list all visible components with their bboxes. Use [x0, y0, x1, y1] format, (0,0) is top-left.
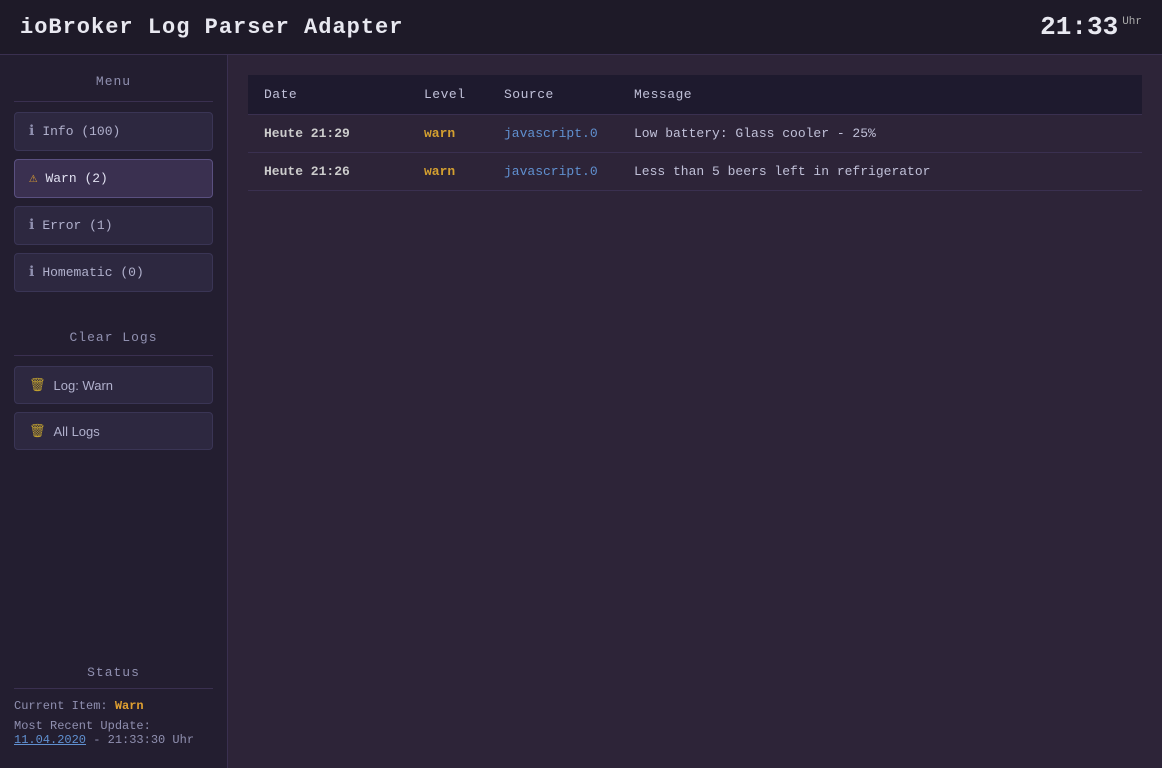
- clear-logs-title: Clear Logs: [14, 330, 213, 345]
- clear-all-logs-button[interactable]: 🗑 All Logs: [14, 412, 213, 450]
- clear-logs-section: Clear Logs 🗑 Log: Warn 🗑 All Logs: [14, 330, 213, 458]
- app-title: ioBroker Log Parser Adapter: [20, 15, 403, 40]
- info-icon: ℹ: [29, 123, 34, 140]
- cell-date: Heute 21:29: [248, 115, 408, 153]
- sidebar-item-homematic[interactable]: ℹ Homematic (0): [14, 253, 213, 292]
- current-item-row: Current Item: Warn: [14, 699, 213, 713]
- sidebar-item-warn-label: Warn (2): [45, 171, 107, 186]
- clear-log-warn-button[interactable]: 🗑 Log: Warn: [14, 366, 213, 404]
- sidebar-item-homematic-label: Homematic (0): [42, 265, 143, 280]
- most-recent-label: Most Recent Update:: [14, 719, 151, 733]
- menu-section: Menu ℹ Info (100) ⚠ Warn (2) ℹ Error (1)…: [14, 70, 213, 300]
- cell-level: warn: [408, 115, 488, 153]
- most-recent-row: Most Recent Update: 11.04.2020 - 21:33:3…: [14, 719, 213, 747]
- status-title: Status: [14, 665, 213, 680]
- status-section: Status Current Item: Warn Most Recent Up…: [14, 650, 213, 753]
- main-layout: Menu ℹ Info (100) ⚠ Warn (2) ℹ Error (1)…: [0, 55, 1162, 768]
- sidebar-item-info-label: Info (100): [42, 124, 120, 139]
- error-icon: ℹ: [29, 217, 34, 234]
- col-header-level: Level: [408, 75, 488, 115]
- app-header: ioBroker Log Parser Adapter 21:33 Uhr: [0, 0, 1162, 55]
- clock-unit: Uhr: [1122, 16, 1142, 28]
- clear-log-warn-label: Log: Warn: [54, 378, 114, 393]
- sidebar: Menu ℹ Info (100) ⚠ Warn (2) ℹ Error (1)…: [0, 55, 228, 768]
- most-recent-date: 11.04.2020: [14, 733, 86, 747]
- current-item-label: Current Item:: [14, 699, 108, 713]
- col-header-date: Date: [248, 75, 408, 115]
- cell-date: Heute 21:26: [248, 153, 408, 191]
- clock-time: 21:33: [1040, 12, 1118, 42]
- table-row: Heute 21:26warnjavascript.0Less than 5 b…: [248, 153, 1142, 191]
- clear-all-logs-label: All Logs: [54, 424, 100, 439]
- cell-message: Low battery: Glass cooler - 25%: [618, 115, 1142, 153]
- most-recent-time: - 21:33:30 Uhr: [93, 733, 194, 747]
- col-header-source: Source: [488, 75, 618, 115]
- sidebar-item-warn[interactable]: ⚠ Warn (2): [14, 159, 213, 198]
- cell-level: warn: [408, 153, 488, 191]
- cell-message: Less than 5 beers left in refrigerator: [618, 153, 1142, 191]
- menu-title: Menu: [14, 74, 213, 89]
- sidebar-item-error-label: Error (1): [42, 218, 112, 233]
- clock: 21:33 Uhr: [1040, 12, 1142, 42]
- warn-icon: ⚠: [29, 170, 37, 187]
- table-header-row: Date Level Source Message: [248, 75, 1142, 115]
- log-table: Date Level Source Message Heute 21:29war…: [248, 75, 1142, 191]
- menu-divider: [14, 101, 213, 102]
- trash-warn-icon: 🗑: [29, 377, 46, 393]
- clear-divider: [14, 355, 213, 356]
- cell-source: javascript.0: [488, 153, 618, 191]
- status-divider: [14, 688, 213, 689]
- trash-all-icon: 🗑: [29, 423, 46, 439]
- sidebar-item-error[interactable]: ℹ Error (1): [14, 206, 213, 245]
- col-header-message: Message: [618, 75, 1142, 115]
- sidebar-item-info[interactable]: ℹ Info (100): [14, 112, 213, 151]
- table-row: Heute 21:29warnjavascript.0Low battery: …: [248, 115, 1142, 153]
- content-area: Date Level Source Message Heute 21:29war…: [228, 55, 1162, 768]
- cell-source: javascript.0: [488, 115, 618, 153]
- current-item-value: Warn: [115, 699, 144, 713]
- homematic-icon: ℹ: [29, 264, 34, 281]
